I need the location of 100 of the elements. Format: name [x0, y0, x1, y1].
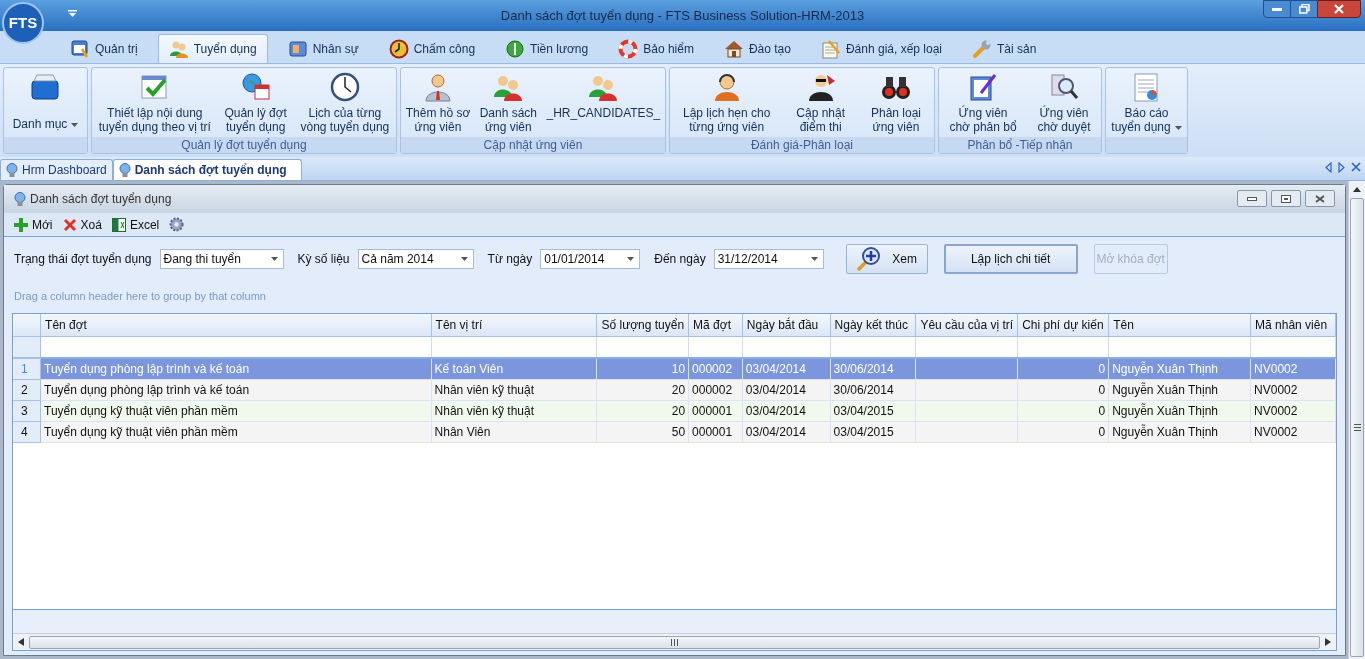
column-header[interactable]: Mã nhân viên: [1250, 314, 1336, 336]
column-header[interactable]: Số lượng tuyển: [596, 314, 689, 336]
close-button[interactable]: [1317, 0, 1361, 18]
lightbulb-icon: [14, 191, 26, 207]
ribbon-tab[interactable]: Tuyển dụng: [157, 34, 268, 63]
settings-icon[interactable]: [169, 217, 185, 232]
ribbon-button[interactable]: Thêm hồ sơ ứng viên: [403, 71, 473, 134]
table-cell: Nguyễn Xuân Thịnh: [1108, 379, 1251, 400]
toolbar-button[interactable]: Mới: [14, 215, 53, 234]
table-cell: NV0002: [1250, 421, 1336, 442]
group-label: Phân bổ -Tiếp nhận: [939, 137, 1101, 153]
table-row[interactable]: 3 Tuyển dụng kỹ thuật viên phần mềm Nhân viên kỹ thuật 20 000001 03/04/2014 03/04/2015 0 Nguyễn Xuân Thịnh NV0002: [13, 400, 1336, 421]
ribbon-tab[interactable]: Đánh giá, xếp loại: [810, 34, 953, 63]
grid-corner: [13, 314, 41, 336]
column-header[interactable]: Tên vị trí: [431, 314, 597, 336]
app-logo[interactable]: FTS: [2, 2, 44, 44]
scrollbar-thumb[interactable]: [1350, 198, 1364, 657]
dropdown-field[interactable]: Đang thi tuyển: [159, 249, 284, 269]
ribbon-button[interactable]: Lịch của từng vòng tuyển dụng: [298, 71, 392, 134]
ribbon-tab[interactable]: Nhân sự: [277, 34, 369, 63]
clock-icon: [388, 38, 409, 59]
close-icon: [1315, 194, 1325, 203]
ribbon-tab[interactable]: Tiền lương: [495, 34, 599, 63]
minimize-button[interactable]: [1237, 190, 1267, 207]
group-panel-hint: Drag a column header here to group by that column: [14, 288, 266, 304]
close-icon[interactable]: [1351, 162, 1361, 172]
table-cell: 0: [1017, 379, 1109, 400]
scroll-right-icon[interactable]: [1325, 638, 1331, 646]
toolbar-button[interactable]: Excel: [111, 215, 160, 234]
document-tab[interactable]: Danh sách đợt tuyển dụng: [112, 159, 302, 180]
column-header[interactable]: Yêu cầu của vị trí: [915, 314, 1018, 336]
table-row[interactable]: 4 Tuyển dụng kỹ thuật viên phần mềm Nhân Viên 50 000001 03/04/2014 03/04/2015 0 Nguyễn Xuân Thịnh NV0002: [13, 421, 1336, 442]
field-label: Đến ngày: [654, 251, 706, 268]
table-cell: 000002: [688, 379, 743, 400]
table-cell: Nguyễn Xuân Thịnh: [1108, 358, 1251, 379]
table-cell: 10: [596, 358, 689, 379]
ribbon-tab[interactable]: Tài sản: [962, 34, 1047, 63]
column-header[interactable]: Ngày bắt đầu: [742, 314, 831, 336]
table-cell: Tuyển dụng phòng lập trình và kế toán: [40, 358, 432, 379]
panel-title: Danh sách đợt tuyển dụng: [30, 191, 172, 208]
table-cell: NV0002: [1250, 358, 1336, 379]
column-header[interactable]: Tên: [1108, 314, 1251, 336]
ribbon-button[interactable]: Phân loại ứng viên: [868, 71, 923, 134]
restore-button[interactable]: [1291, 0, 1317, 18]
action-button[interactable]: Xem: [845, 244, 928, 274]
document-tab[interactable]: Hrm Dashboard: [0, 159, 113, 180]
vertical-scrollbar[interactable]: [1348, 181, 1365, 659]
house-icon: [723, 38, 744, 59]
caret-icon: [627, 257, 635, 261]
restore-icon: [1281, 194, 1291, 203]
field-label: Từ ngày: [487, 251, 533, 268]
caret-icon: [1174, 125, 1182, 130]
table-row[interactable]: 2 Tuyển dụng phòng lập trình và kế toán Nhân viên kỹ thuật 20 000002 03/04/2014 30/06/2014 0 Nguyễn Xuân Thịnh NV0002: [13, 379, 1336, 400]
table-cell: NV0002: [1250, 379, 1336, 400]
dropdown-field[interactable]: 01/01/2014: [540, 249, 641, 269]
minimize-icon: [1247, 196, 1257, 201]
row-number: 3: [13, 400, 41, 421]
ribbon-button[interactable]: _HR_CANDIDATES_: [544, 71, 663, 120]
table-cell: 20: [596, 379, 689, 400]
table-cell: 000001: [688, 421, 743, 442]
plus-icon: [14, 217, 28, 232]
field-label: Trạng thái đợt tuyển dụng: [14, 251, 152, 268]
column-header[interactable]: Mã đợt: [688, 314, 743, 336]
ribbon-button[interactable]: Ứng viên chờ duyệt: [1035, 71, 1093, 134]
ribbon-button[interactable]: Báo cáo tuyển dụng: [1109, 71, 1184, 134]
action-button[interactable]: Lập lịch chi tiết: [943, 244, 1078, 274]
ribbon-button[interactable]: Danh sách ứng viên: [477, 71, 540, 134]
ribbon-button[interactable]: Thiết lập nội dung tuyển dụng theo vị trí: [96, 71, 213, 134]
column-header[interactable]: Chi phí dự kiến: [1017, 314, 1109, 336]
table-cell: Tuyển dụng phòng lập trình và kế toán: [40, 379, 432, 400]
wrench-icon: [972, 38, 993, 59]
scroll-up-icon[interactable]: [1353, 187, 1361, 192]
table-cell: 0: [1017, 421, 1109, 442]
scrollbar-thumb[interactable]: [29, 635, 1320, 649]
dropdown-field[interactable]: Cả năm 2014: [357, 249, 474, 269]
ribbon-button[interactable]: Lập lịch hẹn cho từng ứng viên: [680, 71, 773, 134]
column-header[interactable]: Ngày kết thúc: [830, 314, 916, 336]
caret-icon[interactable]: [68, 10, 77, 18]
table-cell: Tuyển dụng kỹ thuật viên phần mềm: [40, 400, 432, 421]
ribbon-button[interactable]: Danh mục: [10, 71, 81, 131]
ribbon-button[interactable]: Ứng viên chờ phân bổ: [947, 71, 1019, 134]
ribbon-button[interactable]: Quản lý đợt tuyển dụng: [222, 71, 289, 134]
close-button[interactable]: [1305, 190, 1335, 207]
restore-button[interactable]: [1271, 190, 1301, 207]
ribbon-tab[interactable]: Chấm công: [378, 34, 486, 63]
scroll-left-icon[interactable]: [18, 638, 24, 646]
group-label: Cập nhật ứng viên: [401, 137, 665, 153]
person-icon: [422, 71, 454, 103]
dropdown-field[interactable]: 31/12/2014: [713, 249, 824, 269]
ribbon-tab[interactable]: Đào tạo: [713, 34, 801, 63]
ribbon-tab[interactable]: Bảo hiểm: [608, 34, 704, 63]
column-header[interactable]: Tên đợt: [40, 314, 432, 336]
row-indicator: [13, 336, 41, 358]
grip-icon: [1353, 423, 1361, 432]
minimize-button[interactable]: [1263, 0, 1291, 18]
toolbar-button[interactable]: Xoá: [62, 215, 102, 234]
table-cell: 03/04/2015: [830, 400, 916, 421]
ribbon-tab[interactable]: Quản trị: [60, 34, 148, 63]
horizontal-scrollbar[interactable]: [13, 633, 1336, 650]
ribbon-button[interactable]: Cập nhật điểm thi: [794, 71, 847, 134]
